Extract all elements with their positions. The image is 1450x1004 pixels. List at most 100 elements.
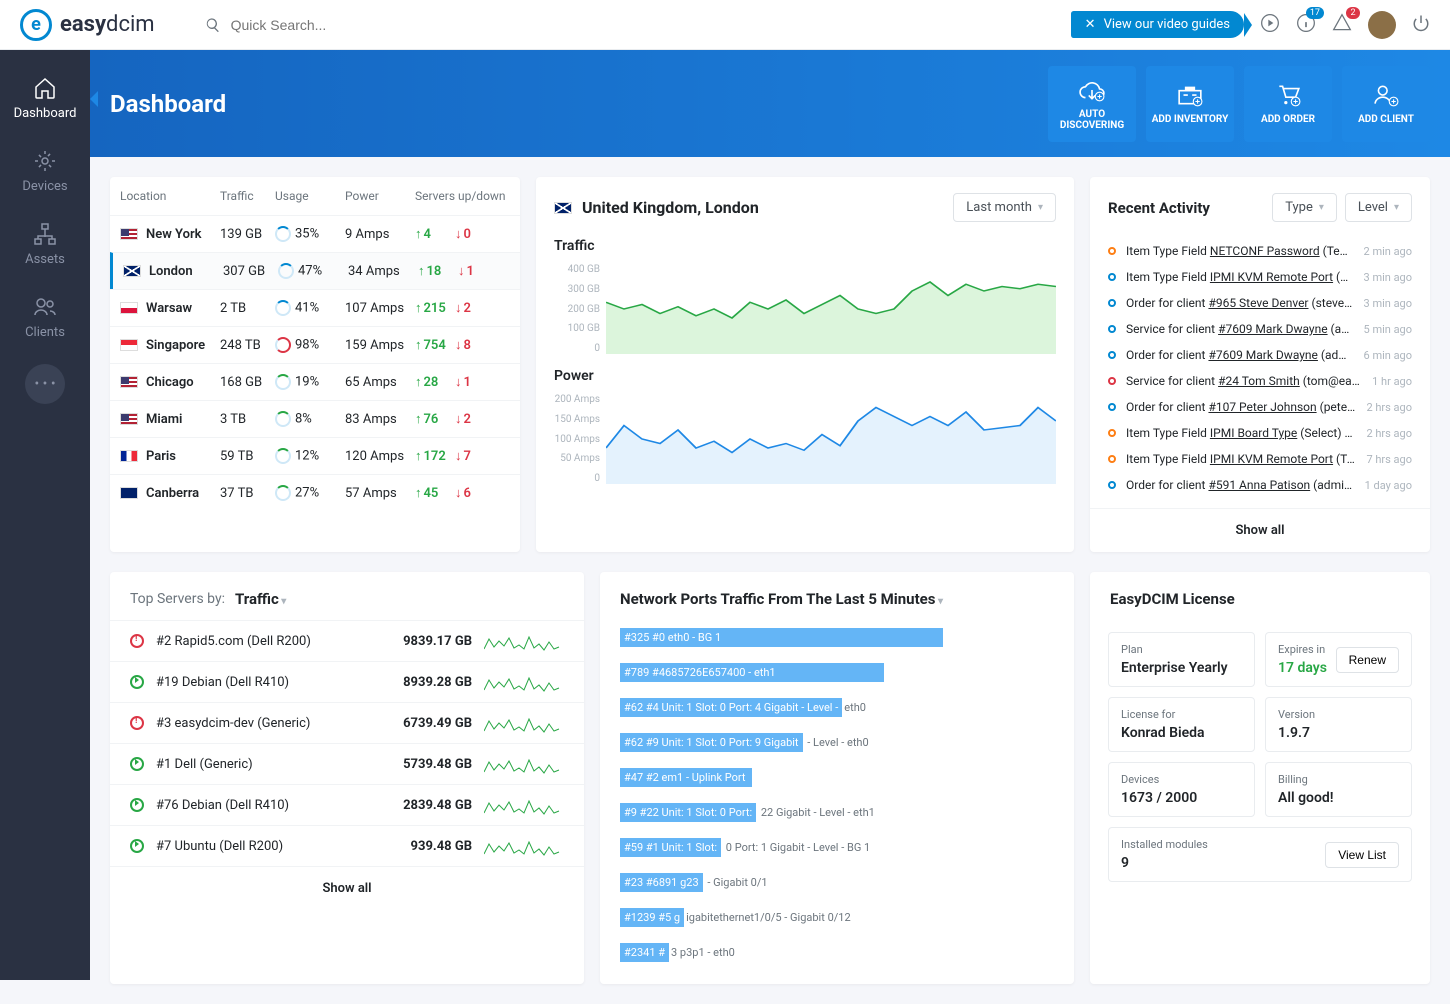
cart-icon bbox=[1275, 82, 1301, 108]
power-icon[interactable] bbox=[1412, 14, 1430, 36]
license-title: EasyDCIM License bbox=[1090, 572, 1430, 620]
location-detail-title: United Kingdom, London bbox=[582, 198, 759, 217]
activity-row[interactable]: Order for client #965 Steve Denver (stev… bbox=[1108, 290, 1412, 316]
activity-row[interactable]: Item Type Field IPMI KVM Remote Port (Te… bbox=[1108, 264, 1412, 290]
activity-row[interactable]: Service for client #7609 Mark Dwayne (ad… bbox=[1108, 316, 1412, 342]
license-version: Version 1.9.7 bbox=[1265, 697, 1412, 752]
location-row[interactable]: Canberra 37 TB 27% 57 Amps 45 6 bbox=[110, 474, 520, 511]
activity-row[interactable]: Order for client #107 Peter Johnson (pet… bbox=[1108, 394, 1412, 420]
search-input[interactable] bbox=[231, 17, 431, 33]
period-dropdown[interactable]: Last month bbox=[953, 193, 1056, 222]
add-inventory-button[interactable]: ADD INVENTORY bbox=[1146, 66, 1234, 142]
cloud-download-icon bbox=[1079, 77, 1105, 103]
logo[interactable]: e easydcim bbox=[20, 9, 155, 41]
status-dot-icon bbox=[1108, 455, 1116, 463]
location-row[interactable]: London 307 GB 47% 34 Amps 18 1 bbox=[110, 252, 520, 289]
sidebar-item-clients[interactable]: Clients bbox=[0, 281, 90, 354]
location-row[interactable]: Paris 59 TB 12% 120 Amps 172 7 bbox=[110, 437, 520, 474]
license-modules: Installed modules 9 View List bbox=[1108, 827, 1412, 882]
activity-level-dropdown[interactable]: Level bbox=[1345, 193, 1412, 222]
view-list-button[interactable]: View List bbox=[1325, 842, 1399, 868]
traffic-chart bbox=[606, 264, 1056, 354]
server-row[interactable]: #7 Ubuntu (Dell R200) 939.48 GB bbox=[110, 825, 584, 866]
server-row[interactable]: #2 Rapid5.com (Dell R200) 9839.17 GB bbox=[110, 620, 584, 661]
port-row[interactable]: #1239 #5 gigabitethernet1/0/5 - Gigabit … bbox=[600, 900, 1074, 935]
activity-row[interactable]: Order for client #7609 Mark Dwayne (adm.… bbox=[1108, 342, 1412, 368]
location-row[interactable]: Chicago 168 GB 19% 65 Amps 28 1 bbox=[110, 363, 520, 400]
location-detail-panel: United Kingdom, London Last month Traffi… bbox=[536, 177, 1074, 552]
sidebar-item-devices[interactable]: Devices bbox=[0, 135, 90, 208]
info-icon[interactable]: 17 bbox=[1296, 13, 1316, 37]
license-billing: Billing All good! bbox=[1265, 762, 1412, 817]
sidebar-item-assets[interactable]: Assets bbox=[0, 208, 90, 281]
top-banner: Dashboard AUTO DISCOVERING ADD INVENTORY… bbox=[90, 50, 1450, 157]
close-icon[interactable]: ✕ bbox=[1085, 17, 1096, 32]
ports-title[interactable]: Network Ports Traffic From The Last 5 Mi… bbox=[620, 590, 943, 608]
auto-discovering-button[interactable]: AUTO DISCOVERING bbox=[1048, 66, 1136, 142]
location-row[interactable]: Warsaw 2 TB 41% 107 Amps 215 2 bbox=[110, 289, 520, 326]
gauge-icon bbox=[275, 226, 291, 242]
location-row[interactable]: Miami 3 TB 8% 83 Amps 76 2 bbox=[110, 400, 520, 437]
port-row[interactable]: #62 #9 Unit: 1 Slot: 0 Port: 9 Gigabit -… bbox=[600, 725, 1074, 760]
server-row[interactable]: #19 Debian (Dell R410) 8939.28 GB bbox=[110, 661, 584, 702]
activity-row[interactable]: Item Type Field IPMI KVM Remote Port (Te… bbox=[1108, 446, 1412, 472]
location-row[interactable]: New York 139 GB 35% 9 Amps 4 0 bbox=[110, 215, 520, 252]
port-row[interactable]: #9 #22 Unit: 1 Slot: 0 Port: 22 Gigabit … bbox=[600, 795, 1074, 830]
gauge-icon bbox=[275, 337, 291, 353]
add-order-button[interactable]: ADD ORDER bbox=[1244, 66, 1332, 142]
flag-icon bbox=[120, 339, 138, 351]
power-y-axis: 200 Amps150 Amps100 Amps50 Amps0 bbox=[554, 394, 600, 484]
power-chart-label: Power bbox=[554, 368, 1056, 384]
port-row[interactable]: #47 #2 em1 - Uplink Port bbox=[600, 760, 1074, 795]
recent-activity-panel: Recent Activity Type Level Item Type Fie… bbox=[1090, 177, 1430, 552]
home-icon bbox=[33, 76, 57, 100]
activity-row[interactable]: Item Type Field NETCONF Password (Text) … bbox=[1108, 238, 1412, 264]
notify-badge: 17 bbox=[1306, 7, 1324, 19]
top-servers-metric-dropdown[interactable]: Traffic bbox=[235, 590, 286, 608]
server-row[interactable]: #3 easydcim-dev (Generic) 6739.49 GB bbox=[110, 702, 584, 743]
port-row[interactable]: #59 #1 Unit: 1 Slot: 0 Port: 1 Gigabit -… bbox=[600, 830, 1074, 865]
users-icon bbox=[33, 295, 57, 319]
power-chart bbox=[606, 394, 1056, 484]
gauge-icon bbox=[275, 300, 291, 316]
activity-row[interactable]: Service for client #24 Tom Smith (tom@ea… bbox=[1108, 368, 1412, 394]
logo-icon: e bbox=[20, 9, 52, 41]
avatar[interactable] bbox=[1368, 11, 1396, 39]
location-row[interactable]: Singapore 248 TB 98% 159 Amps 754 8 bbox=[110, 326, 520, 363]
server-row[interactable]: #76 Debian (Dell R410) 2839.48 GB bbox=[110, 784, 584, 825]
servers-show-all[interactable]: Show all bbox=[110, 866, 584, 910]
flag-icon bbox=[120, 413, 138, 425]
port-row[interactable]: #23 #6891 g23 - Gigabit 0/1 bbox=[600, 865, 1074, 900]
server-row[interactable]: #1 Dell (Generic) 5739.48 GB bbox=[110, 743, 584, 784]
video-guide-button[interactable]: ✕ View our video guides bbox=[1071, 11, 1244, 38]
renew-button[interactable]: Renew bbox=[1336, 647, 1399, 673]
port-row[interactable]: #325 #0 eth0 - BG 1 bbox=[600, 620, 1074, 655]
license-plan: Plan Enterprise Yearly bbox=[1108, 632, 1255, 687]
flag-icon bbox=[554, 202, 572, 214]
alert-icon[interactable]: 2 bbox=[1332, 13, 1352, 37]
activity-title: Recent Activity bbox=[1108, 199, 1264, 217]
status-icon bbox=[130, 634, 144, 648]
status-dot-icon bbox=[1108, 429, 1116, 437]
sidebar-item-dashboard[interactable]: Dashboard bbox=[0, 62, 90, 135]
add-client-button[interactable]: ADD CLIENT bbox=[1342, 66, 1430, 142]
header: e easydcim ✕ View our video guides 17 2 bbox=[0, 0, 1450, 50]
port-row[interactable]: #789 #4685726E657400 - eth1 bbox=[600, 655, 1074, 690]
network-ports-panel: Network Ports Traffic From The Last 5 Mi… bbox=[600, 572, 1074, 984]
license-devices: Devices 1673 / 2000 bbox=[1108, 762, 1255, 817]
activity-row[interactable]: Item Type Field IPMI Board Type (Select)… bbox=[1108, 420, 1412, 446]
sitemap-icon bbox=[33, 222, 57, 246]
status-icon bbox=[130, 798, 144, 812]
play-icon[interactable] bbox=[1260, 13, 1280, 37]
port-row[interactable]: #2341 #3 p3p1 - eth0 bbox=[600, 935, 1074, 970]
status-dot-icon bbox=[1108, 481, 1116, 489]
activity-show-all[interactable]: Show all bbox=[1090, 508, 1430, 552]
activity-row[interactable]: Order for client #591 Anna Patison (admi… bbox=[1108, 472, 1412, 498]
port-row[interactable]: #62 #4 Unit: 1 Slot: 0 Port: 4 Gigabit -… bbox=[600, 690, 1074, 725]
sparkline bbox=[484, 754, 564, 774]
sidebar-more[interactable]: • • • bbox=[25, 364, 65, 404]
activity-type-dropdown[interactable]: Type bbox=[1272, 193, 1337, 222]
license-for: License for Konrad Bieda bbox=[1108, 697, 1255, 752]
license-expires: Expires in 17 days Renew bbox=[1265, 632, 1412, 687]
page-title: Dashboard bbox=[110, 90, 226, 118]
